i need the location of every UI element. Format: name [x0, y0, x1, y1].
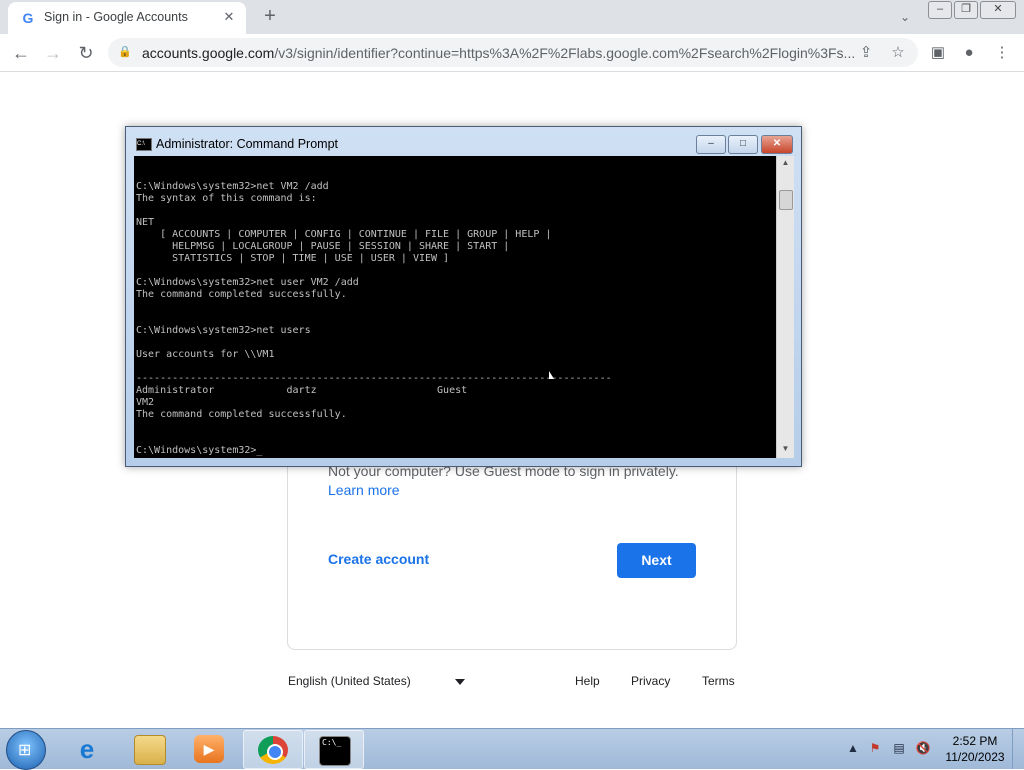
tab-title: Sign in - Google Accounts: [44, 10, 188, 24]
address-bar[interactable]: 🔒 accounts.google.com/v3/signin/identifi…: [108, 38, 918, 67]
side-panel-icon[interactable]: ▣: [928, 43, 948, 63]
reload-icon[interactable]: ↻: [73, 40, 99, 66]
console-text: C:\Windows\system32>net VM2 /add The syn…: [136, 181, 612, 456]
scroll-up-arrow-icon[interactable]: ▲: [777, 156, 794, 170]
window-restore-button[interactable]: ❐: [954, 1, 978, 19]
language-dropdown-arrow-icon[interactable]: [455, 679, 465, 685]
chrome-icon: [258, 736, 288, 764]
volume-muted-icon[interactable]: 🔇: [915, 740, 931, 756]
taskbar-chrome[interactable]: [243, 730, 303, 769]
clock-date: 11/20/2023: [945, 750, 1005, 764]
command-prompt-icon: C:\_: [319, 736, 351, 766]
console-output-area[interactable]: C:\Windows\system32>net VM2 /add The syn…: [134, 156, 776, 458]
window-minimize-button[interactable]: –: [928, 1, 952, 19]
show-hidden-icons-arrow-icon[interactable]: ▲: [845, 740, 861, 756]
media-player-icon: ▶: [194, 735, 224, 763]
folder-icon: [134, 735, 166, 765]
start-button[interactable]: ⊞: [6, 730, 46, 770]
language-selector[interactable]: English (United States): [288, 674, 411, 688]
new-tab-button[interactable]: +: [258, 6, 282, 28]
url-text[interactable]: accounts.google.com/v3/signin/identifier…: [142, 45, 855, 61]
cmd-window-icon: C:\: [136, 138, 152, 151]
footer-terms-link[interactable]: Terms: [702, 674, 735, 688]
forward-arrow-icon[interactable]: →: [40, 40, 66, 66]
browser-toolbar: ← → ↻ 🔒 accounts.google.com/v3/signin/id…: [0, 34, 1024, 72]
browser-tab-bar: G Sign in - Google Accounts ✕ + ⌄ – ❐ ✕: [0, 0, 1024, 34]
browser-tab[interactable]: G Sign in - Google Accounts ✕: [8, 2, 246, 34]
scrollbar-thumb[interactable]: [779, 190, 793, 210]
window-close-button[interactable]: ✕: [980, 1, 1016, 19]
create-account-button[interactable]: Create account: [328, 551, 429, 567]
taskbar-file-explorer[interactable]: [120, 730, 178, 767]
tab-close-icon[interactable]: ✕: [220, 8, 238, 26]
cmd-maximize-button[interactable]: □: [728, 135, 758, 154]
lock-icon[interactable]: 🔒: [118, 45, 132, 59]
taskbar-internet-explorer[interactable]: e: [58, 730, 116, 767]
action-center-flag-icon[interactable]: ⚑: [867, 740, 883, 756]
show-desktop-button[interactable]: [1012, 729, 1024, 769]
taskbar-command-prompt[interactable]: C:\_: [304, 730, 364, 769]
tab-search-chevron-icon[interactable]: ⌄: [896, 8, 914, 26]
command-prompt-window[interactable]: C:\ Administrator: Command Prompt – □ ✕ …: [125, 126, 802, 467]
cmd-minimize-button[interactable]: –: [696, 135, 726, 154]
back-arrow-icon[interactable]: ←: [8, 40, 34, 66]
profile-avatar-icon[interactable]: ●: [959, 43, 979, 63]
menu-kebab-icon[interactable]: ⋮: [992, 43, 1012, 63]
mouse-pointer-icon: [549, 371, 554, 379]
next-button[interactable]: Next: [617, 543, 696, 578]
clock-time: 2:52 PM: [952, 734, 998, 748]
taskbar: ⊞ e ▶ C:\_ ▲ ⚑ ▤ 🔇 2:52 PM 11/20/2023: [0, 728, 1024, 770]
system-clock[interactable]: 2:52 PM 11/20/2023: [940, 733, 1010, 765]
windows-logo-icon: ⊞: [18, 742, 32, 759]
footer-help-link[interactable]: Help: [575, 674, 600, 688]
cmd-window-title: Administrator: Command Prompt: [156, 137, 339, 151]
share-icon[interactable]: ⇪: [856, 43, 876, 63]
learn-more-link[interactable]: Learn more: [328, 482, 400, 498]
cmd-close-button[interactable]: ✕: [761, 135, 793, 154]
google-favicon-icon: G: [22, 10, 34, 26]
bookmark-star-icon[interactable]: ☆: [888, 43, 908, 63]
scroll-down-arrow-icon[interactable]: ▼: [777, 442, 794, 456]
footer-privacy-link[interactable]: Privacy: [631, 674, 670, 688]
network-icon[interactable]: ▤: [891, 740, 907, 756]
console-scrollbar[interactable]: ▲ ▼: [776, 156, 794, 458]
internet-explorer-icon: e: [79, 734, 95, 764]
taskbar-media-player[interactable]: ▶: [180, 730, 238, 767]
